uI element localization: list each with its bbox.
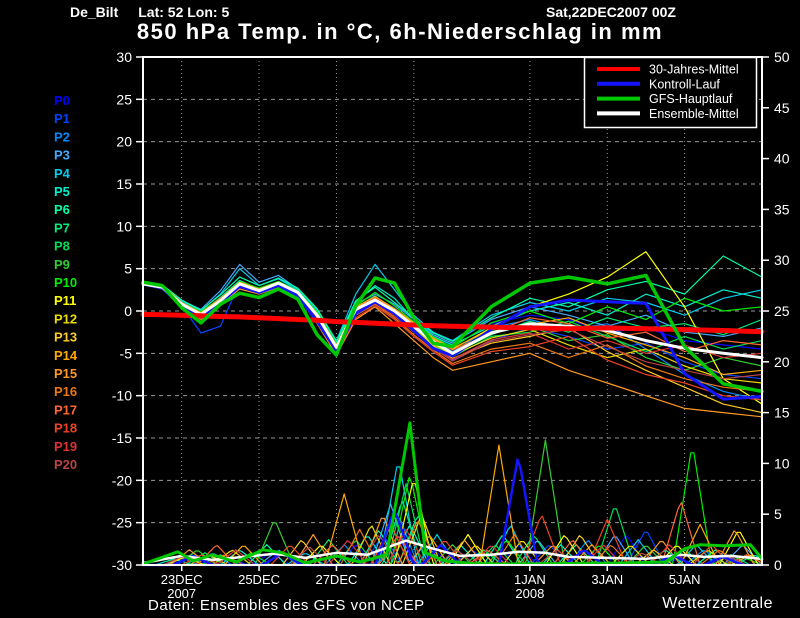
member-label-P8: P8 xyxy=(54,239,70,254)
member-label-P18: P18 xyxy=(54,421,77,436)
member-precip-line-P10 xyxy=(142,452,763,566)
member-label-P3: P3 xyxy=(54,148,70,163)
legend-entry-label: 30-Jahres-Mittel xyxy=(649,63,739,77)
data-source-note: Daten: Ensembles des GFS von NCEP xyxy=(148,597,425,614)
legend-entry-label: Kontroll-Lauf xyxy=(649,77,720,91)
temp-axis-label: 30 xyxy=(116,49,132,65)
temp-axis-label: 0 xyxy=(124,303,132,319)
temp-axis-label: -15 xyxy=(112,430,132,446)
precip-axis-label: 5 xyxy=(774,506,782,522)
member-label-P10: P10 xyxy=(54,275,77,290)
precip-axis-label: 20 xyxy=(774,354,790,370)
temp-axis-label: -10 xyxy=(112,388,132,404)
temp-axis-label: 25 xyxy=(116,91,132,107)
member-label-column: P0 P1 P2 P3 P4 P5 P6 P7 P8 P9 P10 P11 P12 P13 P14 P15 P1… xyxy=(54,93,78,472)
date-axis-label: 29DEC xyxy=(393,572,435,587)
date-axis-label: 3JAN xyxy=(591,572,623,587)
temp-axis-label: -30 xyxy=(112,557,132,573)
precip-axis-label: 25 xyxy=(774,303,790,319)
meteogram-screen: De_Bilt Lat: 52 Lon: 5 Sat,22DEC2007 00Z … xyxy=(0,0,800,618)
member-temp-line-P12 xyxy=(142,283,763,384)
member-label-P9: P9 xyxy=(54,257,70,272)
member-label-P0: P0 xyxy=(54,93,70,108)
member-label-P20: P20 xyxy=(54,457,77,472)
member-label-P14: P14 xyxy=(54,348,78,363)
temp-axis-label: -25 xyxy=(112,515,132,531)
plot-frame xyxy=(142,56,763,566)
gfs-main-precip-line xyxy=(141,421,764,566)
temp-axis-label: -5 xyxy=(120,345,133,361)
member-label-P2: P2 xyxy=(54,129,70,144)
temp-axis-label: 15 xyxy=(116,176,132,192)
gridlines xyxy=(143,57,762,565)
date-axis-label: 25DEC xyxy=(238,572,280,587)
temp-axis-label: 20 xyxy=(116,134,132,150)
member-precip-line-P9 xyxy=(142,439,763,566)
year-axis-label: 2008 xyxy=(515,586,544,601)
date-axis-label: 5JAN xyxy=(669,572,701,587)
precip-axis-label: 15 xyxy=(774,405,790,421)
date-axis-label: 1JAN xyxy=(514,572,546,587)
main-series xyxy=(140,273,765,567)
temp-axis-label: 10 xyxy=(116,218,132,234)
member-precip-line-P14 xyxy=(142,444,763,566)
temp-axis-label: -20 xyxy=(112,472,132,488)
member-label-P7: P7 xyxy=(54,220,70,235)
legend: 30-Jahres-MittelKontroll-LaufGFS-Hauptla… xyxy=(583,56,758,129)
precip-axis-label: 50 xyxy=(774,49,790,65)
precip-axis-label: 40 xyxy=(774,151,790,167)
temp-axis-label: 5 xyxy=(124,261,132,277)
precip-axis-label: 30 xyxy=(774,252,790,268)
member-label-P19: P19 xyxy=(54,439,77,454)
member-label-P5: P5 xyxy=(54,184,70,199)
precip-axis-label: 0 xyxy=(774,557,782,573)
member-label-P1: P1 xyxy=(54,111,70,126)
legend-entry-label: Ensemble-Mittel xyxy=(649,107,739,121)
precip-axis-label: 10 xyxy=(774,455,790,471)
member-temp-line-P16 xyxy=(142,283,763,392)
member-label-P16: P16 xyxy=(54,384,77,399)
member-label-P15: P15 xyxy=(54,366,77,381)
member-label-P11: P11 xyxy=(54,293,76,308)
date-axis-label: 23DEC xyxy=(161,572,203,587)
meteogram-plot: 302520151050-5-10-15-20-25-3050454035302… xyxy=(54,49,790,601)
ensemble-members xyxy=(142,251,763,566)
member-label-P12: P12 xyxy=(54,311,77,326)
member-label-P4: P4 xyxy=(54,166,71,181)
member-label-P6: P6 xyxy=(54,202,70,217)
member-label-P13: P13 xyxy=(54,330,77,345)
precip-axis-label: 45 xyxy=(774,100,790,116)
member-label-P17: P17 xyxy=(54,402,77,417)
site-credit: Wetterzentrale xyxy=(662,595,773,612)
member-temp-line-P15 xyxy=(142,284,763,418)
legend-entry-label: GFS-Hauptlauf xyxy=(649,92,733,106)
date-axis-label: 27DEC xyxy=(315,572,357,587)
precip-axis-label: 35 xyxy=(774,201,790,217)
